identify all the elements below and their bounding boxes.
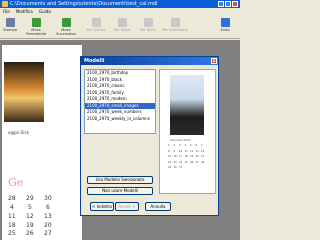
bg-day: 27 <box>44 230 52 237</box>
day-view-icon <box>91 18 101 27</box>
background-calendar: 28 29 30 4 5 6 11 12 13 18 19 20 25 26 2… <box>8 195 78 237</box>
preview-day: 21 <box>201 155 205 158</box>
preview-day: 26 <box>190 160 194 164</box>
week-view-button[interactable]: Per Settimana <box>162 16 188 38</box>
arrow-left-icon <box>31 18 41 27</box>
print-button[interactable]: Stampa <box>1 16 19 38</box>
preview-day: 30 <box>173 166 177 169</box>
close-icon[interactable]: x <box>211 58 217 64</box>
help-icon <box>220 18 230 27</box>
day-view-button[interactable]: Per Giorno <box>86 16 106 38</box>
preview-day: 4 <box>184 144 187 147</box>
use-template-button[interactable]: Usa Modello Selezionato <box>87 176 153 184</box>
year-view-button[interactable]: Per Anno <box>138 16 158 38</box>
preview-day: 25 <box>184 160 188 164</box>
menu-file[interactable]: File <box>3 9 10 14</box>
preview-calendar: 1 2 3 4 5 6 7 8 9 10 11 12 13 14 15 16 17 18 19 20 21 22 23 24 2… <box>168 144 208 174</box>
preview-day: 3 <box>179 144 181 147</box>
next-month-button[interactable]: Mese Successivo <box>52 16 80 38</box>
preview-day: 8 <box>168 149 170 153</box>
app-icon <box>2 1 8 7</box>
previous-month-button[interactable]: Mese Precedente <box>22 16 50 38</box>
preview-day: 12 <box>190 149 194 153</box>
preview-day: 23 <box>173 160 177 164</box>
bg-day: 29 <box>26 195 34 202</box>
preview-day: 28 <box>201 160 205 164</box>
maximize-button[interactable] <box>225 1 231 7</box>
template-item[interactable]: 2100_2970_weekly_in_columns <box>85 116 155 123</box>
preview-day: 22 <box>168 160 172 164</box>
week-view-icon <box>170 18 180 27</box>
preview-day: 11 <box>184 149 188 153</box>
bg-day: 18 <box>8 222 16 229</box>
preview-day: 7 <box>201 144 203 147</box>
bg-day: 26 <box>26 230 34 237</box>
dialog-title: Modelli <box>84 58 105 64</box>
preview-day: 9 <box>173 149 176 153</box>
template-preview: Gennaio 2007 1 2 3 4 5 6 7 8 9 10 11 12 13 14 15 16 17 18… <box>159 69 216 194</box>
preview-day: 18 <box>184 155 188 158</box>
toolbar: Stampa Mese Precedente Mese Successivo P… <box>0 15 240 39</box>
window-title-bar: C:\Documents and Settings\utente\Documen… <box>0 0 240 8</box>
preview-day: 13 <box>195 149 199 153</box>
menu-modifica[interactable]: Modifica <box>16 9 33 14</box>
printer-icon <box>5 18 15 27</box>
bg-day: 4 <box>10 204 14 211</box>
close-window-button[interactable] <box>232 1 238 7</box>
preview-day: 14 <box>201 149 205 153</box>
window-title: C:\Documents and Settings\utente\Documen… <box>10 1 158 7</box>
preview-day: 20 <box>195 155 199 158</box>
minimize-button[interactable] <box>218 1 224 7</box>
bg-day: 11 <box>8 213 16 220</box>
preview-day: 2 <box>173 144 176 147</box>
back-button[interactable]: < Indietro <box>90 202 114 211</box>
preview-day: 27 <box>195 160 199 164</box>
no-template-button[interactable]: Non usare Modelli <box>87 187 153 195</box>
preview-photo <box>170 75 204 135</box>
preview-day: 17 <box>179 155 183 158</box>
preview-day: 16 <box>173 155 177 158</box>
menu-guida[interactable]: Guida <box>39 9 51 14</box>
help-button[interactable]: Aiuto <box>215 16 235 38</box>
month-view-button[interactable]: Per Mese <box>112 16 132 38</box>
month-view-icon <box>117 18 127 27</box>
bg-day: 30 <box>44 195 52 202</box>
preview-day: 5 <box>190 144 192 147</box>
bg-day: 13 <box>44 213 52 220</box>
bg-day: 25 <box>8 230 16 237</box>
background-month: Ge <box>8 176 24 189</box>
preview-day: 1 <box>168 144 170 147</box>
dialog-title-bar: Modelli x <box>81 57 218 65</box>
preview-day: 29 <box>168 166 172 169</box>
bg-day: 20 <box>44 222 52 229</box>
bg-day: 19 <box>26 222 34 229</box>
year-view-icon <box>143 18 153 27</box>
templates-dialog: Modelli x 2100_2970_birthday 2100_2970_b… <box>80 56 219 216</box>
cancel-button[interactable]: Annulla <box>145 202 171 211</box>
next-button[interactable]: Avanti > <box>115 202 139 211</box>
bg-day: 12 <box>26 213 34 220</box>
preview-day: 15 <box>168 155 172 158</box>
preview-day: 6 <box>195 144 198 147</box>
preview-day: 19 <box>190 155 194 158</box>
preview-day: 24 <box>179 160 183 164</box>
bg-day: 28 <box>8 195 16 202</box>
preview-day: 31 <box>179 166 183 169</box>
preview-month: Gennaio 2007 <box>170 138 192 142</box>
bg-day: 6 <box>46 204 50 211</box>
template-list[interactable]: 2100_2970_birthday 2100_2970_black 2100_… <box>84 69 156 134</box>
arrow-right-icon <box>61 18 71 27</box>
background-caption: oggio Dick <box>8 130 30 135</box>
bg-day: 5 <box>28 204 32 211</box>
preview-day: 10 <box>179 149 183 153</box>
background-photo <box>4 62 44 122</box>
menu-bar: File Modifica Guida <box>0 8 240 15</box>
